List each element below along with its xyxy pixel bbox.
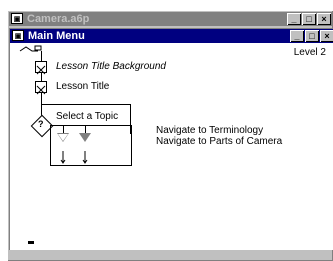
authorware-icon[interactable]: ▣ xyxy=(11,13,23,24)
design-window-titlebar[interactable]: ▣ Main Menu _ □ × xyxy=(10,29,333,43)
display-icon[interactable] xyxy=(35,81,47,95)
interaction-label[interactable]: Select a Topic xyxy=(56,111,118,122)
display-icon[interactable] xyxy=(35,61,47,75)
navigate-icon[interactable] xyxy=(57,133,69,142)
authorware-icon[interactable]: ▣ xyxy=(12,30,24,41)
response-line xyxy=(63,125,64,133)
level-label: Level 2 xyxy=(293,47,326,58)
response-line xyxy=(85,125,86,133)
design-window-title: Main Menu xyxy=(28,30,85,42)
flow-icon-label[interactable]: Lesson Title xyxy=(56,81,109,92)
end-marker xyxy=(28,241,34,244)
interaction-icon: ? xyxy=(38,119,44,129)
close-button[interactable]: × xyxy=(320,30,333,42)
start-flag-icon[interactable] xyxy=(18,45,42,59)
response-label[interactable]: Navigate to Terminology xyxy=(156,125,263,136)
close-button[interactable]: × xyxy=(317,13,331,25)
application-titlebar[interactable]: ▣ Camera.a6p _ □ × xyxy=(9,12,333,26)
return-arrows xyxy=(60,151,88,164)
maximize-button[interactable]: □ xyxy=(302,13,316,25)
application-title: Camera.a6p xyxy=(27,13,90,25)
response-branch-line xyxy=(131,125,132,165)
design-window: ▣ Main Menu _ □ × Level 2 Lesson Title B… xyxy=(9,28,333,250)
response-branch-line xyxy=(50,125,51,165)
maximize-button[interactable]: □ xyxy=(305,30,319,42)
minimize-button[interactable]: _ xyxy=(287,13,301,25)
flow-icon-label[interactable]: Lesson Title Background xyxy=(56,61,166,72)
response-label[interactable]: Navigate to Parts of Camera xyxy=(156,136,282,147)
minimize-button[interactable]: _ xyxy=(290,30,304,42)
navigate-icon[interactable] xyxy=(79,133,91,142)
flowline-loop xyxy=(41,104,131,105)
